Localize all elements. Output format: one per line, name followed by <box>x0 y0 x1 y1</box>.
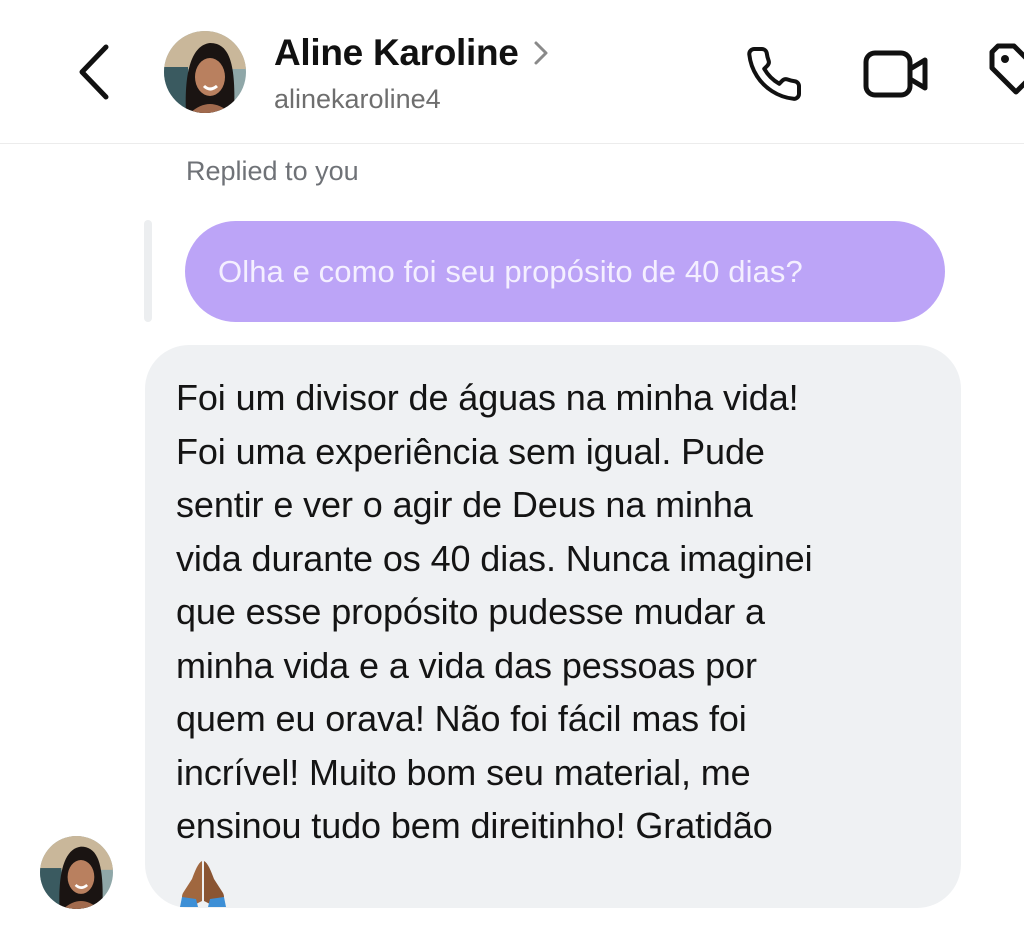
reply-indicator-bar <box>144 220 152 322</box>
tag-icon <box>989 43 1024 95</box>
received-message-bubble[interactable]: Foi um divisor de águas na minha vida! F… <box>145 345 961 908</box>
contact-name-row[interactable]: Aline Karoline <box>274 28 549 78</box>
contact-handle: alinekaroline4 <box>274 84 441 114</box>
video-camera-icon <box>863 50 928 98</box>
phone-icon <box>747 47 802 101</box>
avatar-photo <box>164 31 246 113</box>
avatar-photo <box>40 836 113 909</box>
contact-name: Aline Karoline <box>274 32 519 73</box>
chevron-right-icon <box>533 40 549 66</box>
video-call-button[interactable] <box>856 40 936 108</box>
back-button[interactable] <box>66 40 122 104</box>
tag-button[interactable] <box>982 38 1024 106</box>
chat-header: Aline Karoline alinekaroline4 <box>0 0 1024 144</box>
praying-hands-icon <box>176 857 931 912</box>
contact-avatar[interactable] <box>164 31 246 113</box>
quoted-message-bubble[interactable]: Olha e como foi seu propósito de 40 dias… <box>185 221 945 322</box>
chevron-left-icon <box>79 44 109 100</box>
replied-to-you-label: Replied to you <box>186 156 359 186</box>
message-text: Foi um divisor de águas na minha vida! F… <box>176 377 813 846</box>
sender-avatar[interactable] <box>40 836 113 909</box>
quoted-message-text: Olha e como foi seu propósito de 40 dias… <box>218 253 803 289</box>
audio-call-button[interactable] <box>738 40 810 108</box>
